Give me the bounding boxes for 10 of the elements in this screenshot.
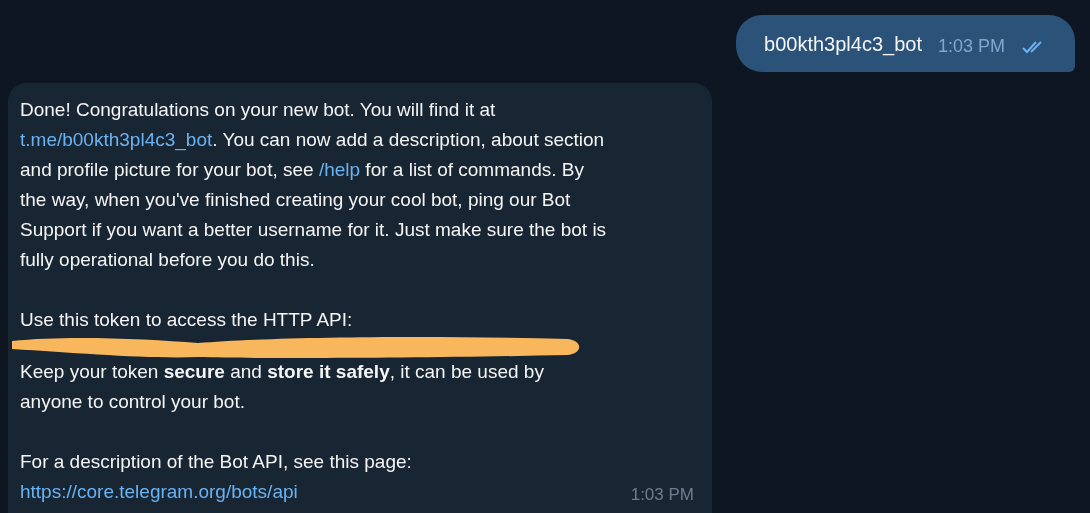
message-text: b00kth3pl4c3_bot — [764, 31, 922, 58]
message-text: Keep your token secure and store it safely, it can be used by anyone to control your bot. — [20, 360, 545, 414]
message-link[interactable]: https://core.telegram.org/bots/api — [20, 481, 298, 502]
message-time: 1:03 PM — [937, 35, 1005, 58]
message-link[interactable]: /help — [318, 159, 361, 180]
message-text: Use this token to access the HTTP API: — [20, 308, 354, 332]
message-time: 1:03 PM — [630, 485, 694, 505]
message-link[interactable]: t.me/b00kth3pl4c3_bot — [20, 129, 213, 150]
message-text: For a description of the Bot API, see this page: https://core.telegram.org/bots/api — [20, 450, 413, 504]
message-text: Done! Congratulations on your new bot. You will find it at t.me/b00kth3pl4c3_bot. You can now add a description, about section and profile picture for your bot, see /help for a list of commands. By the way, when you've finished creating your cool bot, ping our Bot Support if you want a better username for it. Just make sure the bot is fully operational before you do this. — [20, 98, 608, 272]
